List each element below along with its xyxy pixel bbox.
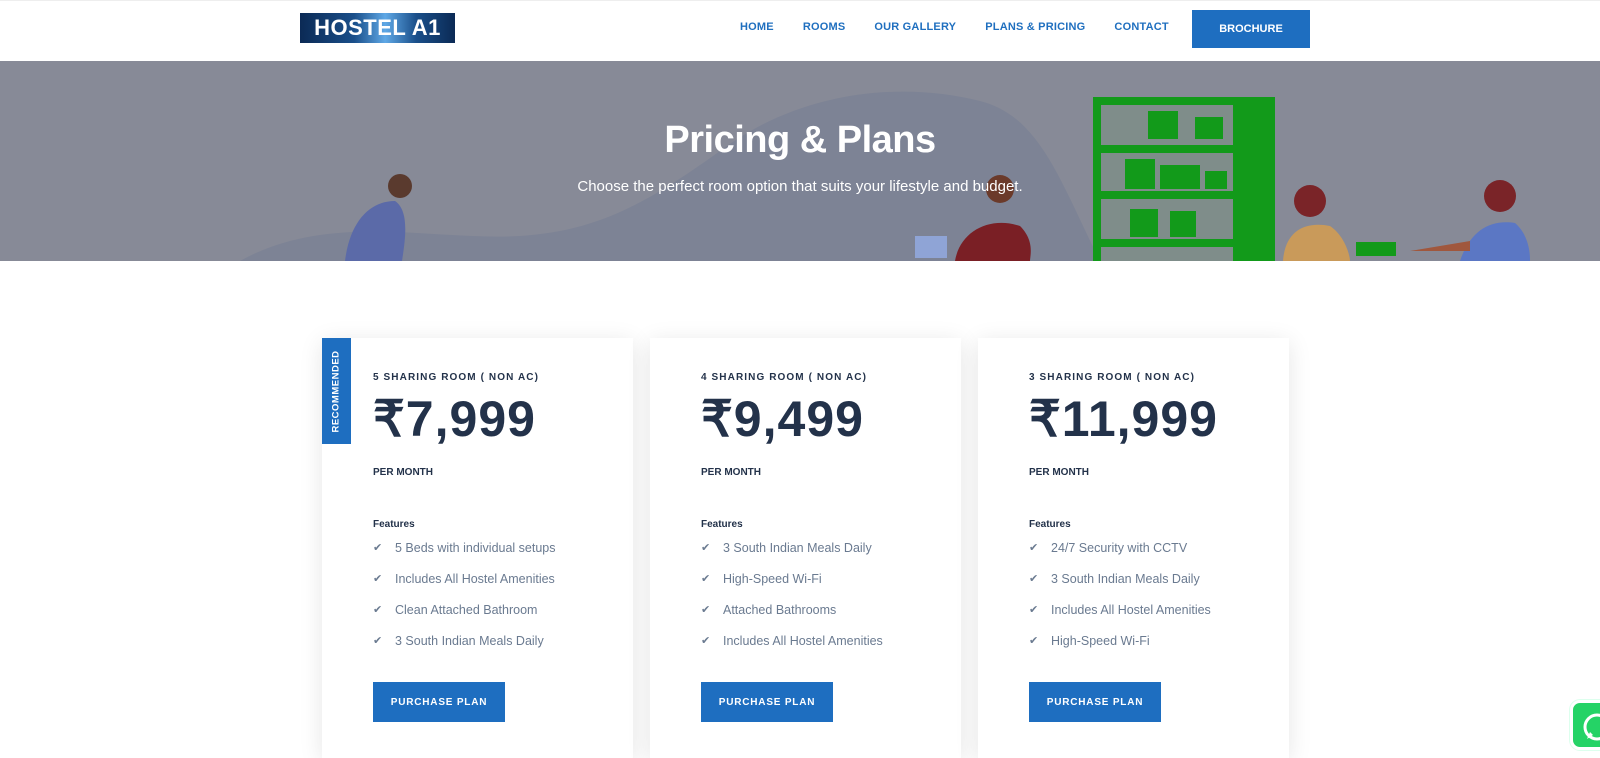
plan-price: ₹11,999 [1029, 391, 1218, 447]
plan-period: PER MONTH [373, 467, 433, 478]
logo[interactable]: HOSTEL A1 [300, 13, 455, 43]
page-title: Pricing & Plans [664, 119, 936, 161]
check-icon: ✔ [1029, 635, 1039, 647]
features-heading: Features [373, 519, 415, 530]
pricing-card: 4 SHARING ROOM ( NON AC) ₹9,499 PER MONT… [650, 338, 961, 758]
site-header: HOSTEL A1 HOME ROOMS OUR GALLERY PLANS &… [0, 0, 1600, 61]
brochure-button[interactable]: BROCHURE [1192, 10, 1310, 48]
features-heading: Features [701, 519, 743, 530]
nav-plans-pricing[interactable]: PLANS & PRICING [985, 21, 1085, 33]
check-icon: ✔ [373, 573, 383, 585]
feature-text: 3 South Indian Meals Daily [1051, 571, 1200, 586]
feature-item: ✔ 3 South Indian Meals Daily [701, 532, 883, 563]
plan-price: ₹7,999 [373, 391, 536, 447]
check-icon: ✔ [701, 635, 711, 647]
feature-text: 3 South Indian Meals Daily [395, 633, 544, 648]
feature-item: ✔ Includes All Hostel Amenities [373, 563, 556, 594]
check-icon: ✔ [701, 542, 711, 554]
nav-home[interactable]: HOME [740, 21, 774, 33]
whatsapp-icon [1583, 713, 1600, 741]
feature-text: 24/7 Security with CCTV [1051, 540, 1188, 555]
purchase-plan-button[interactable]: PURCHASE PLAN [373, 682, 505, 722]
ribbon-label: RECOMMENDED [331, 349, 342, 433]
feature-item: ✔ 5 Beds with individual setups [373, 532, 556, 563]
hero-banner: Pricing & Plans Choose the perfect room … [0, 61, 1600, 261]
pricing-card: RECOMMENDED 5 SHARING ROOM ( NON AC) ₹7,… [322, 338, 633, 758]
logo-text: HOSTEL A1 [314, 15, 441, 40]
feature-text: Clean Attached Bathroom [395, 602, 538, 617]
main-nav: HOME ROOMS OUR GALLERY PLANS & PRICING C… [740, 21, 1198, 33]
feature-item: ✔ Includes All Hostel Amenities [1029, 594, 1211, 625]
check-icon: ✔ [701, 604, 711, 616]
recommended-ribbon: RECOMMENDED [322, 338, 351, 444]
feature-list: ✔ 3 South Indian Meals Daily ✔ High-Speed … [701, 532, 883, 656]
check-icon: ✔ [1029, 604, 1039, 616]
plan-period: PER MONTH [1029, 467, 1089, 478]
feature-text: Includes All Hostel Amenities [1051, 602, 1211, 617]
plan-name: 3 SHARING ROOM ( NON AC) [1029, 372, 1196, 383]
feature-text: High-Speed Wi-Fi [1051, 633, 1150, 648]
purchase-plan-button[interactable]: PURCHASE PLAN [1029, 682, 1161, 722]
feature-list: ✔ 24/7 Security with CCTV ✔ 3 South Indian… [1029, 532, 1211, 656]
check-icon: ✔ [701, 573, 711, 585]
nav-rooms[interactable]: ROOMS [803, 21, 846, 33]
page-subtitle: Choose the perfect room option that suit… [577, 178, 1023, 195]
plan-period: PER MONTH [701, 467, 761, 478]
plan-name: 5 SHARING ROOM ( NON AC) [373, 372, 540, 383]
feature-text: Includes All Hostel Amenities [723, 633, 883, 648]
feature-text: Includes All Hostel Amenities [395, 571, 555, 586]
feature-item: ✔ Clean Attached Bathroom [373, 594, 556, 625]
check-icon: ✔ [373, 542, 383, 554]
feature-list: ✔ 5 Beds with individual setups ✔ Includes… [373, 532, 556, 656]
whatsapp-button[interactable] [1570, 700, 1600, 750]
pricing-card: 3 SHARING ROOM ( NON AC) ₹11,999 PER MON… [978, 338, 1289, 758]
plan-price: ₹9,499 [701, 391, 864, 447]
check-icon: ✔ [1029, 542, 1039, 554]
feature-text: 5 Beds with individual setups [395, 540, 556, 555]
feature-item: ✔ High-Speed Wi-Fi [1029, 625, 1211, 656]
nav-contact[interactable]: CONTACT [1114, 21, 1168, 33]
feature-item: ✔ 3 South Indian Meals Daily [1029, 563, 1211, 594]
plan-name: 4 SHARING ROOM ( NON AC) [701, 372, 868, 383]
purchase-plan-button[interactable]: PURCHASE PLAN [701, 682, 833, 722]
feature-text: High-Speed Wi-Fi [723, 571, 822, 586]
feature-item: ✔ 3 South Indian Meals Daily [373, 625, 556, 656]
feature-item: ✔ 24/7 Security with CCTV [1029, 532, 1211, 563]
feature-item: ✔ Includes All Hostel Amenities [701, 625, 883, 656]
check-icon: ✔ [1029, 573, 1039, 585]
feature-text: 3 South Indian Meals Daily [723, 540, 872, 555]
feature-item: ✔ High-Speed Wi-Fi [701, 563, 883, 594]
feature-item: ✔ Attached Bathrooms [701, 594, 883, 625]
features-heading: Features [1029, 519, 1071, 530]
check-icon: ✔ [373, 635, 383, 647]
feature-text: Attached Bathrooms [723, 602, 837, 617]
check-icon: ✔ [373, 604, 383, 616]
nav-gallery[interactable]: OUR GALLERY [874, 21, 956, 33]
